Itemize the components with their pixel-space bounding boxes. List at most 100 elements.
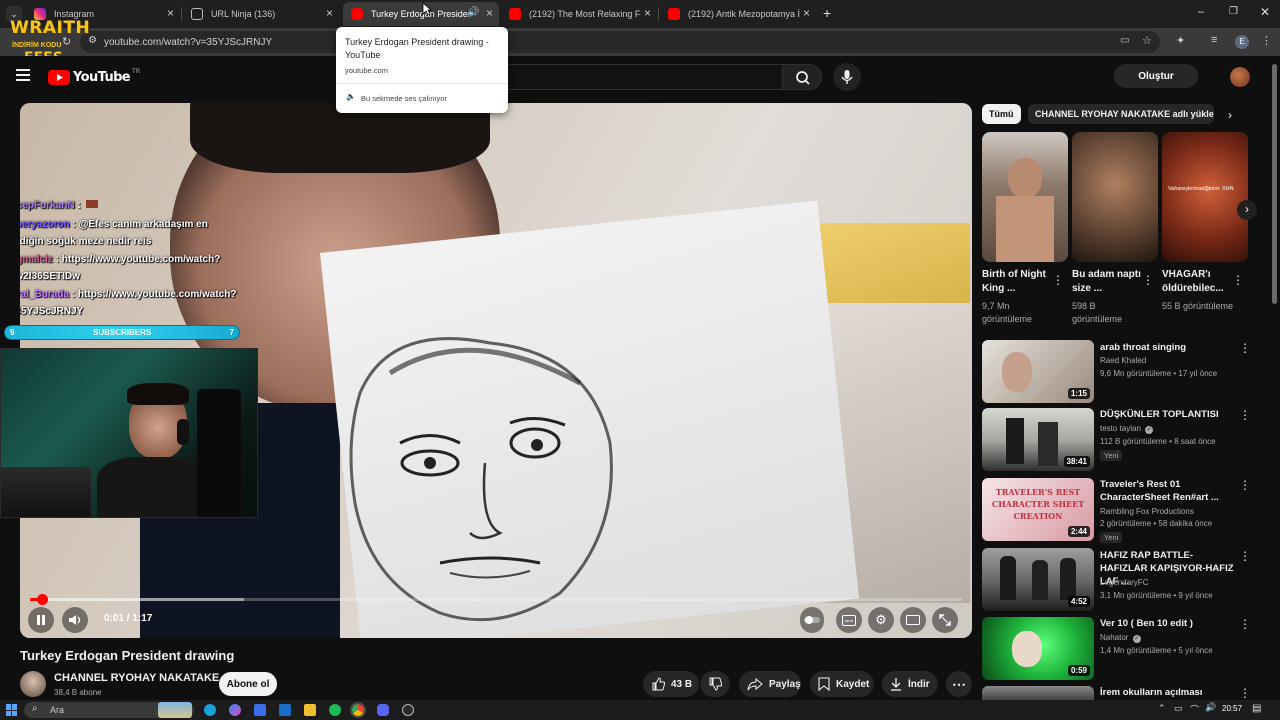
youtube-logo[interactable]: YouTube TR [48, 68, 140, 86]
windows-start-icon[interactable] [6, 704, 18, 716]
video-title-link[interactable]: arab throat singing [1100, 341, 1234, 354]
close-icon[interactable]: × [644, 6, 651, 20]
settings-button[interactable]: ⚙ [868, 607, 894, 633]
spotify-icon[interactable] [329, 704, 341, 716]
tab-most-relaxing[interactable]: (2192) The Most Relaxing Full S × [501, 2, 657, 26]
dislike-button[interactable] [700, 671, 730, 697]
short-title[interactable]: Bu adam naptı size ... [1072, 268, 1144, 296]
profile-avatar[interactable]: E [1235, 35, 1249, 49]
like-button[interactable]: 43 B [643, 671, 699, 697]
short-menu-icon[interactable]: ⋮ [1232, 273, 1244, 287]
bookmark-star-icon[interactable]: ☆ [1142, 34, 1152, 47]
chip-all[interactable]: Tümü [982, 104, 1021, 124]
video-title-link[interactable]: DÜŞKÜNLER TOPLANTISI [1100, 408, 1234, 421]
video-progress-bar[interactable] [30, 594, 962, 605]
outlook-icon[interactable] [279, 704, 291, 716]
subscribe-button[interactable]: Abone ol [219, 672, 277, 696]
wifi-icon[interactable]: ⌒ [1190, 703, 1199, 716]
video-menu-icon[interactable]: ⋮ [1239, 686, 1251, 700]
extensions-icon[interactable]: ✦ [1176, 34, 1185, 47]
video-menu-icon[interactable]: ⋮ [1239, 408, 1251, 422]
video-thumbnail[interactable]: 4:52 [982, 548, 1094, 611]
short-title[interactable]: VHAGAR'ı öldürebilec... [1162, 268, 1234, 296]
autoplay-toggle[interactable] [800, 607, 824, 633]
video-channel[interactable]: Raed Khaled [1100, 355, 1240, 367]
video-channel[interactable]: Rambling Fox Productions [1100, 506, 1240, 518]
tab-antik-mezopotamya[interactable]: (2192) Antik Mezopotamya İble × [660, 2, 816, 26]
video-thumbnail[interactable]: 0:59 [982, 617, 1094, 680]
short-menu-icon[interactable]: ⋮ [1142, 273, 1154, 287]
short-thumbnail[interactable] [982, 132, 1068, 262]
short-thumbnail[interactable] [1072, 132, 1158, 262]
account-avatar[interactable] [1230, 67, 1250, 87]
volume-tray-icon[interactable]: 🔊 [1205, 702, 1216, 713]
taskbar-clock[interactable]: 20:57 [1222, 704, 1242, 713]
volume-button[interactable] [62, 607, 88, 633]
video-title-link[interactable]: Ver 10 ( Ben 10 edit ) [1100, 617, 1234, 630]
speaker-icon[interactable]: 🔊 [467, 7, 479, 18]
chip-channel-uploads[interactable]: CHANNEL RYOHAY NAKATAKE adlı yükleyi [1028, 104, 1214, 124]
video-thumbnail[interactable]: TRAVELER'S REST CHARACTER SHEET CREATION… [982, 478, 1094, 541]
close-icon[interactable]: × [486, 6, 493, 20]
video-thumbnail[interactable] [982, 686, 1094, 700]
video-thumbnail[interactable]: 1:15 [982, 340, 1094, 403]
save-button[interactable]: Kaydet [810, 671, 874, 697]
window-close-button[interactable]: ✕ [1260, 5, 1270, 19]
chat-message: Sagmalciz : https://www.youtube.com/watc… [20, 251, 236, 285]
voice-search-button[interactable] [833, 63, 861, 91]
edge-icon[interactable] [204, 704, 216, 716]
video-thumbnail[interactable]: 38:41 [982, 408, 1094, 471]
share-icon [747, 677, 763, 691]
minimize-button[interactable]: – [1198, 6, 1204, 18]
media-controls-icon[interactable]: ≡ [1211, 34, 1217, 46]
theater-mode-button[interactable] [900, 607, 926, 633]
video-channel[interactable]: testo taylan [1100, 424, 1141, 433]
video-title-link[interactable]: Traveler's Rest 01 CharacterSheet Ren#ar… [1100, 478, 1234, 504]
video-menu-icon[interactable]: ⋮ [1239, 549, 1251, 563]
chrome-icon[interactable] [350, 702, 366, 718]
tray-chevron-icon[interactable]: ⌃ [1158, 703, 1166, 714]
short-menu-icon[interactable]: ⋮ [1052, 273, 1064, 287]
discord-icon[interactable] [377, 704, 389, 716]
new-tab-button[interactable]: + [823, 5, 831, 21]
file-explorer-icon[interactable] [304, 704, 316, 716]
create-button[interactable]: Oluştur [1114, 64, 1198, 88]
search-button[interactable] [782, 64, 822, 90]
video-channel[interactable]: LegendaryFC [1100, 577, 1240, 589]
subtitles-button[interactable] [836, 607, 862, 633]
shorts-next-button[interactable]: › [1237, 200, 1257, 220]
store-icon[interactable] [254, 704, 266, 716]
verified-icon: ✓ [1132, 635, 1141, 643]
video-menu-icon[interactable]: ⋮ [1239, 478, 1251, 492]
close-icon[interactable]: × [803, 6, 810, 20]
video-menu-icon[interactable]: ⋮ [1239, 617, 1251, 631]
obs-icon[interactable] [402, 704, 414, 716]
network-icon[interactable]: ▭ [1174, 703, 1183, 714]
search-input[interactable] [480, 64, 782, 90]
tab-turkey-erdogan[interactable]: Turkey Erdogan President d 🔊 × [343, 2, 499, 26]
video-channel[interactable]: Nahator [1100, 633, 1128, 642]
close-icon[interactable]: × [326, 6, 333, 20]
short-thumbnail[interactable]: Vahareylerinadiğinim: XHN [1162, 132, 1248, 262]
webcam-person-hair [127, 383, 189, 405]
page-scrollbar[interactable] [1272, 64, 1277, 304]
copilot-icon[interactable] [229, 704, 241, 716]
close-icon[interactable]: × [167, 6, 174, 20]
video-menu-icon[interactable]: ⋮ [1239, 341, 1251, 355]
channel-avatar[interactable] [20, 671, 46, 697]
cast-icon[interactable]: ▭ [1120, 35, 1129, 46]
fullscreen-button[interactable] [932, 607, 958, 633]
share-button[interactable]: Paylaş [739, 671, 801, 697]
browser-menu-icon[interactable]: ⋮ [1261, 34, 1272, 47]
hamburger-menu-icon[interactable] [16, 69, 30, 81]
tab-url-ninja[interactable]: URL Ninja (136) × [183, 2, 339, 26]
chips-next-icon[interactable]: › [1228, 108, 1232, 122]
pause-button[interactable] [28, 607, 54, 633]
short-title[interactable]: Birth of Night King ... [982, 268, 1054, 296]
channel-name[interactable]: CHANNEL RYOHAY NAKATAKE [54, 672, 219, 684]
more-actions-button[interactable]: ⋯ [946, 671, 972, 697]
restore-button[interactable]: ❐ [1229, 6, 1238, 17]
video-title-link[interactable]: İrem okulların açılması [1100, 686, 1234, 699]
download-button[interactable]: İndir [882, 671, 938, 697]
notifications-icon[interactable]: ▤ [1252, 703, 1261, 714]
